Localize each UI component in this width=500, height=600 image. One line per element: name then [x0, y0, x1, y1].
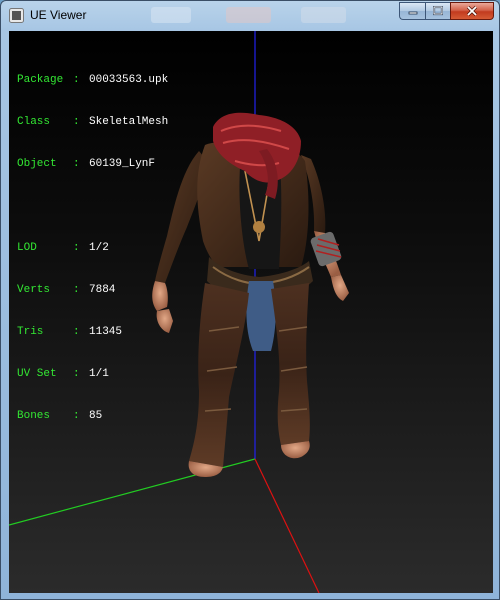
- separator: :: [73, 158, 80, 170]
- close-icon: [466, 5, 478, 17]
- close-button[interactable]: [450, 2, 494, 20]
- verts-label: Verts: [17, 284, 51, 296]
- verts-row: Verts:7884: [17, 283, 168, 297]
- object-value: 60139_LynF: [89, 158, 156, 170]
- minimize-button[interactable]: [399, 2, 425, 20]
- separator: :: [73, 74, 80, 86]
- app-icon: [9, 8, 24, 23]
- separator: :: [73, 242, 80, 254]
- tris-label: Tris: [17, 326, 44, 338]
- mesh-info-overlay: Package:00033563.upk Class: SkeletalMesh …: [17, 45, 168, 451]
- lod-row: LOD:1/2: [17, 241, 168, 255]
- character-mesh: [152, 112, 349, 477]
- class-label: Class: [17, 116, 51, 128]
- package-row: Package:00033563.upk: [17, 73, 168, 87]
- lod-label: LOD: [17, 242, 37, 254]
- title-reflection: [151, 7, 191, 23]
- bones-label: Bones: [17, 410, 51, 422]
- title-reflection: [301, 7, 346, 23]
- minimize-icon: [408, 11, 417, 15]
- title-reflection: [226, 7, 271, 23]
- title-bar[interactable]: UE Viewer: [1, 1, 499, 29]
- separator: :: [73, 284, 80, 296]
- x-axis: [254, 458, 320, 593]
- verts-value: 7884: [89, 284, 116, 296]
- separator: :: [73, 368, 80, 380]
- tris-value: 11345: [89, 326, 123, 338]
- bones-row: Bones:85: [17, 409, 168, 423]
- object-label: Object: [17, 158, 57, 170]
- uvset-row: UV Set:1/1: [17, 367, 168, 381]
- package-label: Package: [17, 74, 64, 86]
- ue-viewer-window: UE Viewer Package: 00033563.upk Class:…: [0, 0, 500, 600]
- class-row: Class: SkeletalMesh: [17, 115, 168, 129]
- object-row: Object:60139_LynF: [17, 157, 168, 171]
- maximize-button[interactable]: [425, 2, 450, 20]
- separator: :: [73, 116, 80, 128]
- uvset-value: 1/1: [89, 368, 109, 380]
- bones-value: 85: [89, 410, 103, 422]
- lod-value: 1/2: [89, 242, 109, 254]
- 3d-viewport[interactable]: Package:00033563.upk Class: SkeletalMesh …: [9, 31, 493, 593]
- window-title: UE Viewer: [30, 8, 87, 22]
- separator: :: [73, 326, 80, 338]
- uvset-label: UV Set: [17, 368, 57, 380]
- tris-row: Tris:11345: [17, 325, 168, 339]
- package-value: 00033563.upk: [89, 74, 169, 86]
- class-value: SkeletalMesh: [89, 116, 169, 128]
- separator: :: [73, 410, 80, 422]
- maximize-icon: [433, 6, 443, 16]
